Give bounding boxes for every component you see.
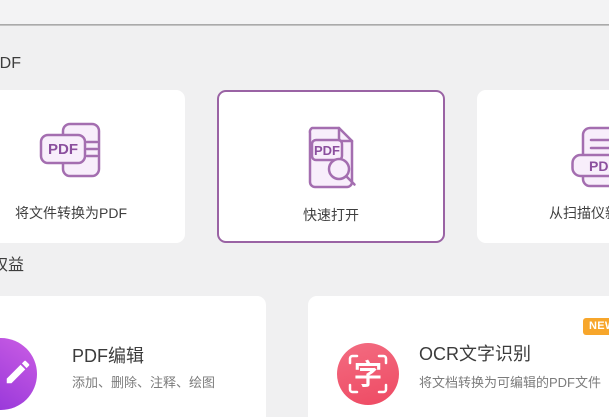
benefits-section-title: 权益 <box>0 256 24 276</box>
benefits-section-title-text: 权益 <box>0 257 25 274</box>
card-ocr[interactable]: 字 OCR文字识别 将文档转换为可编辑的PDF文件 NEW <box>308 296 609 417</box>
pdf-edit-circle <box>0 338 37 410</box>
svg-text:PDF: PDF <box>314 143 340 158</box>
card-quick-open[interactable]: PDF 快速打开 <box>217 90 445 243</box>
top-divider <box>0 24 609 26</box>
create-section-title-text: 创建PDF <box>0 55 22 72</box>
app-window: 创建PDF PDF 将文件转换为PDF PDF 快速打开 PDF 从扫描仪新建 <box>0 0 609 417</box>
scanner-icon: PDF <box>571 126 609 188</box>
card-pdf-edit[interactable]: PDF编辑 添加、删除、注释、绘图 <box>0 296 266 417</box>
create-section-title: 创建PDF <box>0 54 21 74</box>
card-label-quick-open: 快速打开 <box>303 207 359 223</box>
quick-open-icon: PDF <box>308 126 356 189</box>
ocr-subtitle: 将文档转换为可编辑的PDF文件 <box>419 375 602 390</box>
ocr-title: OCR文字识别 <box>419 344 531 364</box>
convert-to-pdf-icon: PDF <box>39 122 101 178</box>
card-from-scanner[interactable]: PDF 从扫描仪新建 <box>477 90 609 243</box>
top-bar <box>0 0 609 24</box>
pdf-edit-title: PDF编辑 <box>72 346 144 366</box>
card-label-convert: 将文件转换为PDF <box>15 205 127 221</box>
ocr-circle: 字 <box>337 343 399 405</box>
card-convert-to-pdf[interactable]: PDF 将文件转换为PDF <box>0 90 185 243</box>
svg-text:PDF: PDF <box>589 158 609 174</box>
pdf-edit-subtitle: 添加、删除、注释、绘图 <box>72 375 216 390</box>
svg-text:PDF: PDF <box>48 141 78 158</box>
card-label-scanner: 从扫描仪新建 <box>549 205 609 221</box>
svg-text:字: 字 <box>354 358 382 390</box>
new-badge: NEW <box>583 318 609 335</box>
ocr-icon: 字 <box>348 354 388 394</box>
pencil-icon <box>6 360 30 384</box>
